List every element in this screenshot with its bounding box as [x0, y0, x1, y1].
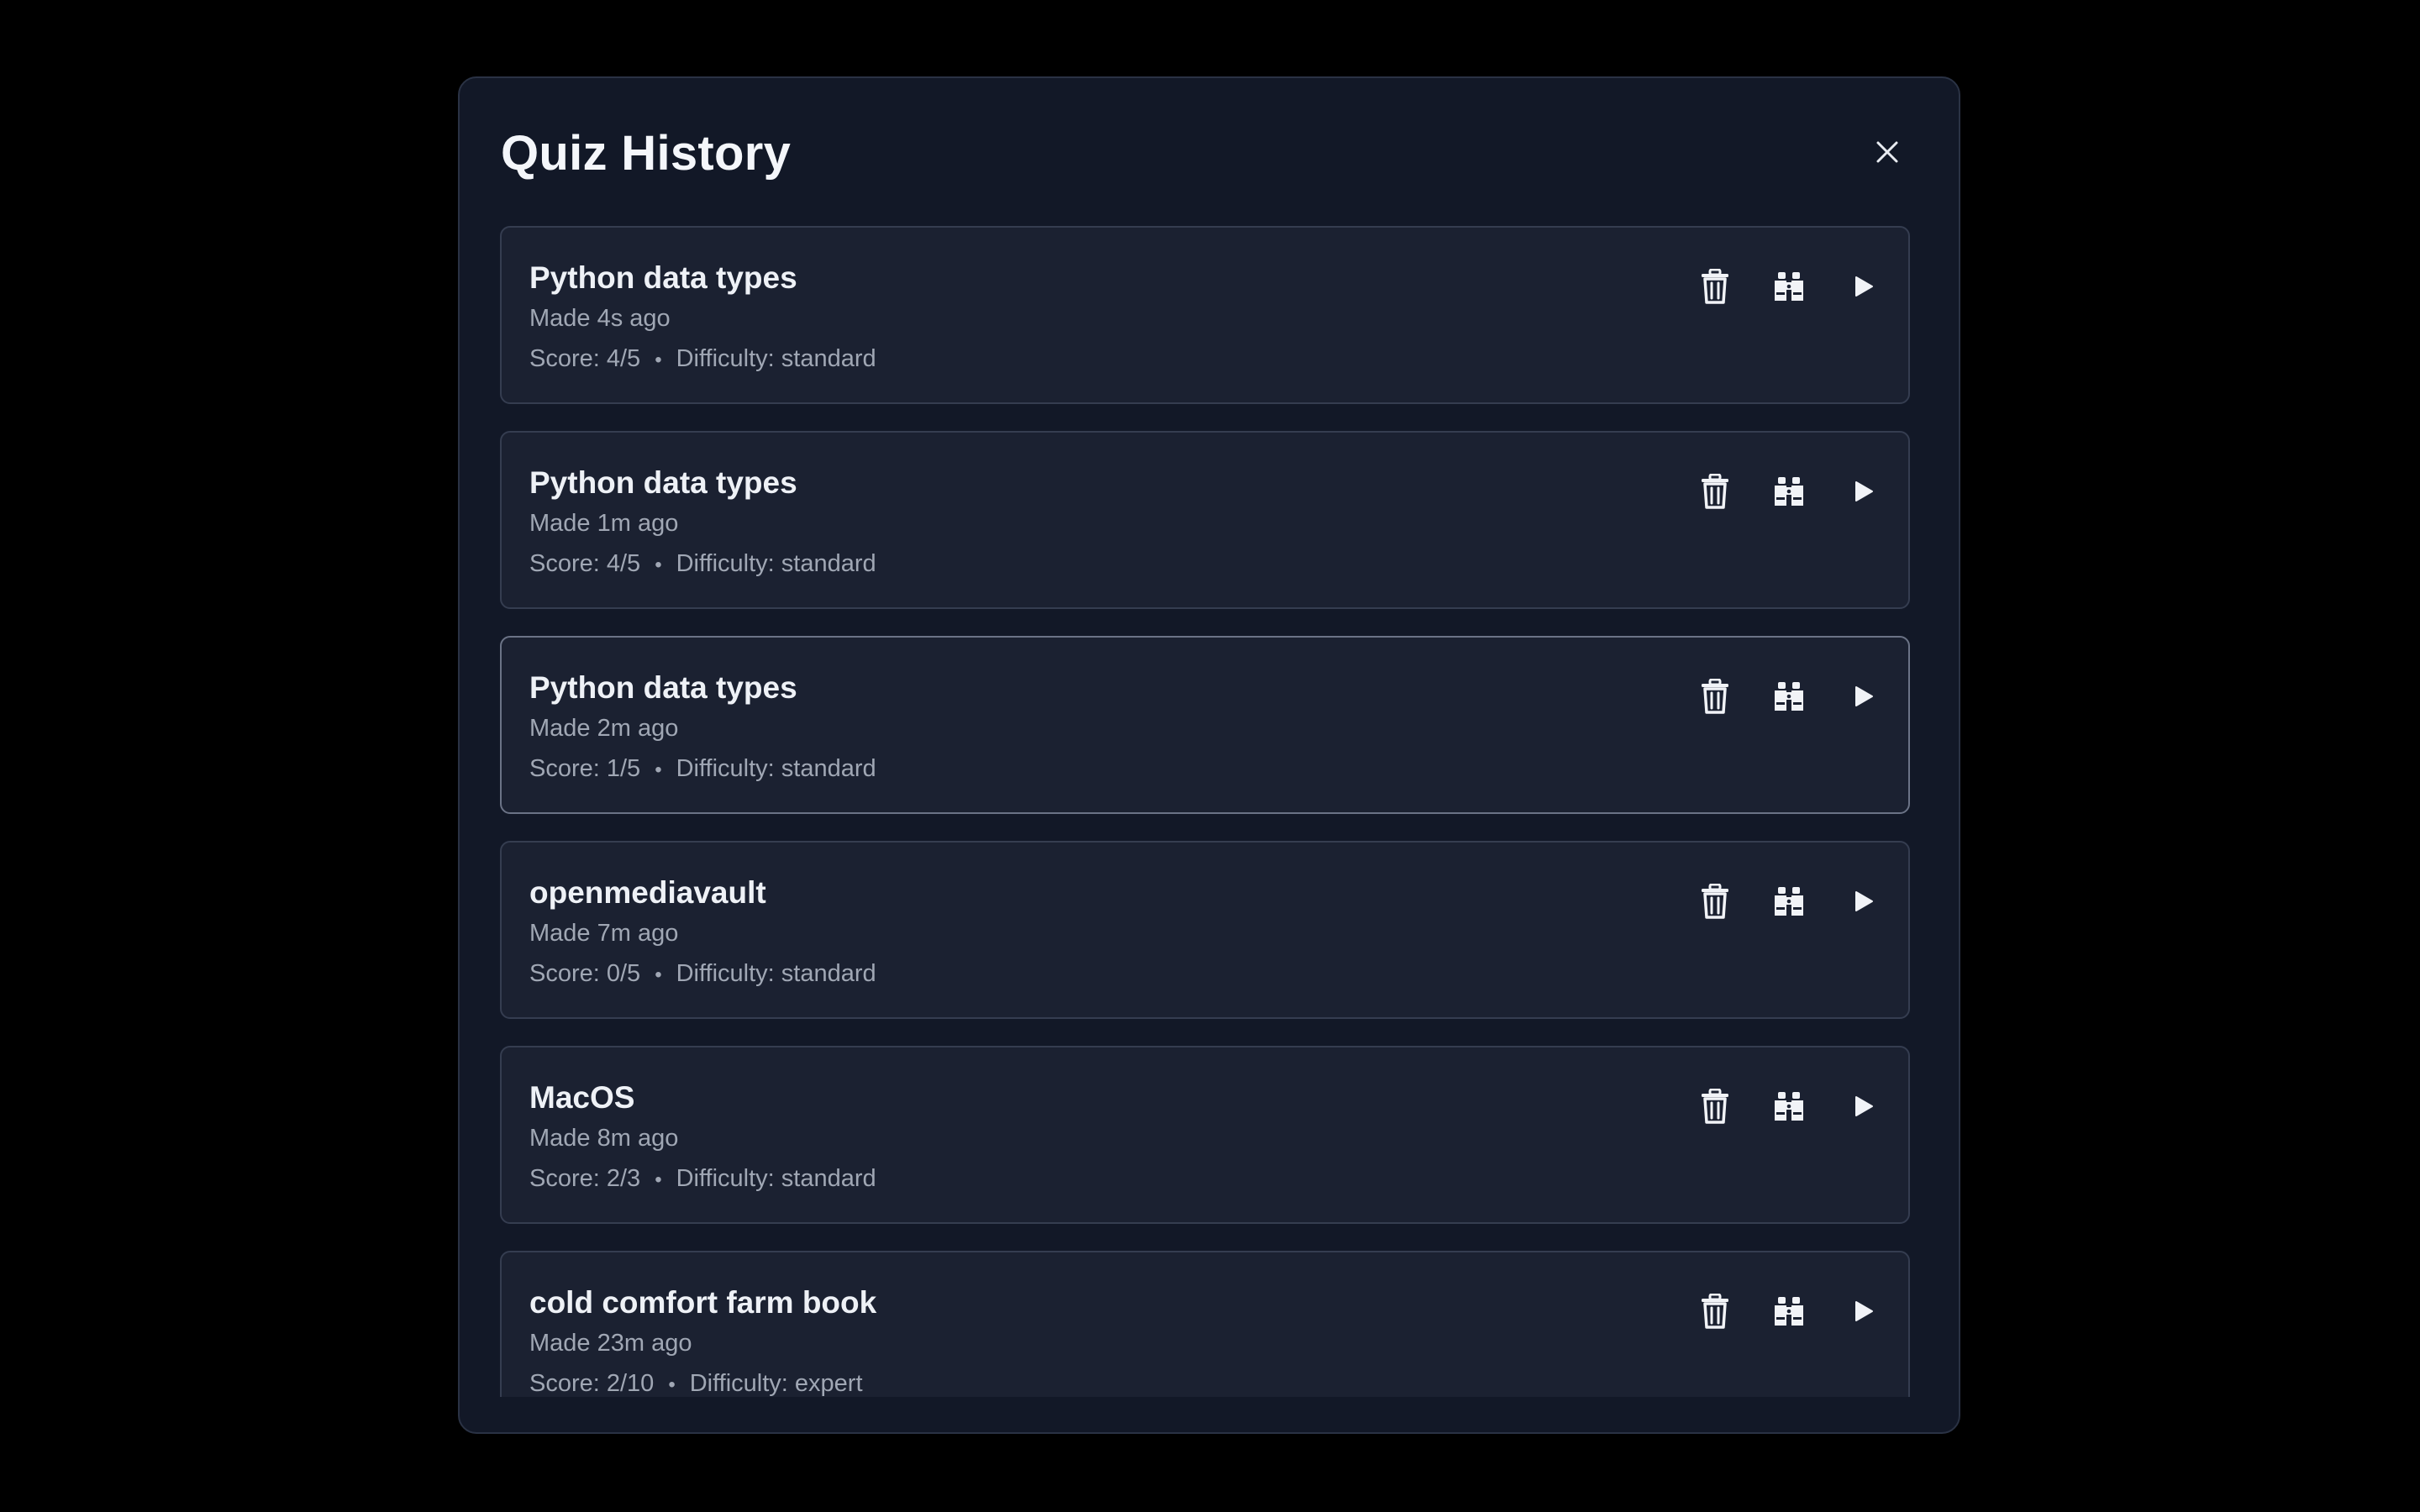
review-quiz-button[interactable] [1767, 470, 1811, 513]
play-icon [1852, 1300, 1874, 1322]
quiz-made-time: Made 7m ago [529, 920, 679, 947]
binoculars-icon [1772, 1294, 1806, 1328]
quiz-meta: Score: 0/5 • Difficulty: standard [529, 958, 876, 990]
review-quiz-button[interactable] [1767, 675, 1811, 718]
play-icon [1852, 890, 1874, 912]
quiz-card: Python data types Made 2m ago Score: 1/5… [500, 636, 1910, 814]
quiz-made-time: Made 23m ago [529, 1330, 692, 1357]
quiz-meta: Score: 4/5 • Difficulty: standard [529, 549, 876, 580]
retake-quiz-button[interactable] [1841, 1289, 1885, 1333]
retake-quiz-button[interactable] [1841, 879, 1885, 923]
trash-icon [1700, 269, 1730, 304]
quiz-card: openmediavault Made 7m ago Score: 0/5 • Di… [500, 841, 1910, 1019]
quiz-actions [1693, 265, 1895, 308]
play-icon [1852, 480, 1874, 502]
quiz-card: Python data types Made 4s ago Score: 4/5… [500, 226, 1910, 404]
quiz-history-modal: Quiz History Python data types Made 4s a… [458, 76, 1960, 1434]
close-icon [1876, 140, 1899, 164]
quiz-score: Score: 4/5 [529, 345, 641, 372]
quiz-actions [1693, 470, 1895, 513]
retake-quiz-button[interactable] [1841, 470, 1885, 513]
binoculars-icon [1772, 270, 1806, 303]
play-icon [1852, 685, 1874, 707]
quiz-card: MacOS Made 8m ago Score: 2/3 • Difficulty:… [500, 1046, 1910, 1224]
quiz-actions [1693, 1084, 1895, 1128]
quiz-actions [1693, 1289, 1895, 1333]
quiz-title: Python data types [529, 465, 797, 500]
quiz-history-list[interactable]: Python data types Made 4s ago Score: 4/5… [500, 226, 1910, 1397]
quiz-actions [1693, 675, 1895, 718]
quiz-difficulty: Difficulty: standard [676, 755, 876, 782]
meta-separator: • [655, 349, 662, 371]
quiz-score: Score: 2/10 [529, 1370, 655, 1397]
quiz-made-time: Made 1m ago [529, 510, 679, 537]
delete-quiz-button[interactable] [1693, 1084, 1737, 1128]
binoculars-icon [1772, 885, 1806, 918]
quiz-difficulty: Difficulty: standard [676, 550, 876, 577]
close-button[interactable] [1869, 134, 1906, 171]
quiz-actions [1693, 879, 1895, 923]
binoculars-icon [1772, 680, 1806, 713]
meta-separator: • [668, 1373, 676, 1396]
quiz-difficulty: Difficulty: standard [676, 345, 876, 372]
review-quiz-button[interactable] [1767, 879, 1811, 923]
quiz-card: cold comfort farm book Made 23m ago Scor… [500, 1251, 1910, 1397]
play-icon [1852, 276, 1874, 297]
quiz-made-time: Made 8m ago [529, 1125, 679, 1152]
binoculars-icon [1772, 475, 1806, 508]
trash-icon [1700, 474, 1730, 509]
quiz-difficulty: Difficulty: standard [676, 1165, 876, 1192]
quiz-meta: Score: 2/3 • Difficulty: standard [529, 1163, 876, 1195]
quiz-score: Score: 4/5 [529, 550, 641, 577]
retake-quiz-button[interactable] [1841, 1084, 1885, 1128]
review-quiz-button[interactable] [1767, 1289, 1811, 1333]
quiz-meta: Score: 4/5 • Difficulty: standard [529, 344, 876, 375]
retake-quiz-button[interactable] [1841, 675, 1885, 718]
delete-quiz-button[interactable] [1693, 1289, 1737, 1333]
binoculars-icon [1772, 1089, 1806, 1123]
quiz-made-time: Made 4s ago [529, 305, 671, 332]
quiz-title: openmediavault [529, 875, 766, 910]
delete-quiz-button[interactable] [1693, 675, 1737, 718]
play-icon [1852, 1095, 1874, 1117]
quiz-made-time: Made 2m ago [529, 715, 679, 742]
trash-icon [1700, 884, 1730, 919]
modal-title: Quiz History [501, 126, 792, 181]
review-quiz-button[interactable] [1767, 265, 1811, 308]
quiz-card: Python data types Made 1m ago Score: 4/5… [500, 431, 1910, 609]
quiz-difficulty: Difficulty: standard [676, 960, 876, 987]
quiz-meta: Score: 2/10 • Difficulty: expert [529, 1368, 863, 1397]
delete-quiz-button[interactable] [1693, 879, 1737, 923]
trash-icon [1700, 679, 1730, 714]
meta-separator: • [655, 1168, 662, 1191]
quiz-title: cold comfort farm book [529, 1285, 877, 1320]
quiz-score: Score: 2/3 [529, 1165, 641, 1192]
quiz-score: Score: 0/5 [529, 960, 641, 987]
review-quiz-button[interactable] [1767, 1084, 1811, 1128]
meta-separator: • [655, 554, 662, 576]
trash-icon [1700, 1089, 1730, 1124]
delete-quiz-button[interactable] [1693, 265, 1737, 308]
quiz-title: Python data types [529, 670, 797, 705]
quiz-difficulty: Difficulty: expert [689, 1370, 863, 1397]
delete-quiz-button[interactable] [1693, 470, 1737, 513]
quiz-title: Python data types [529, 260, 797, 295]
quiz-title: MacOS [529, 1080, 635, 1115]
quiz-score: Score: 1/5 [529, 755, 641, 782]
meta-separator: • [655, 963, 662, 986]
retake-quiz-button[interactable] [1841, 265, 1885, 308]
trash-icon [1700, 1294, 1730, 1329]
quiz-meta: Score: 1/5 • Difficulty: standard [529, 753, 876, 785]
meta-separator: • [655, 759, 662, 781]
